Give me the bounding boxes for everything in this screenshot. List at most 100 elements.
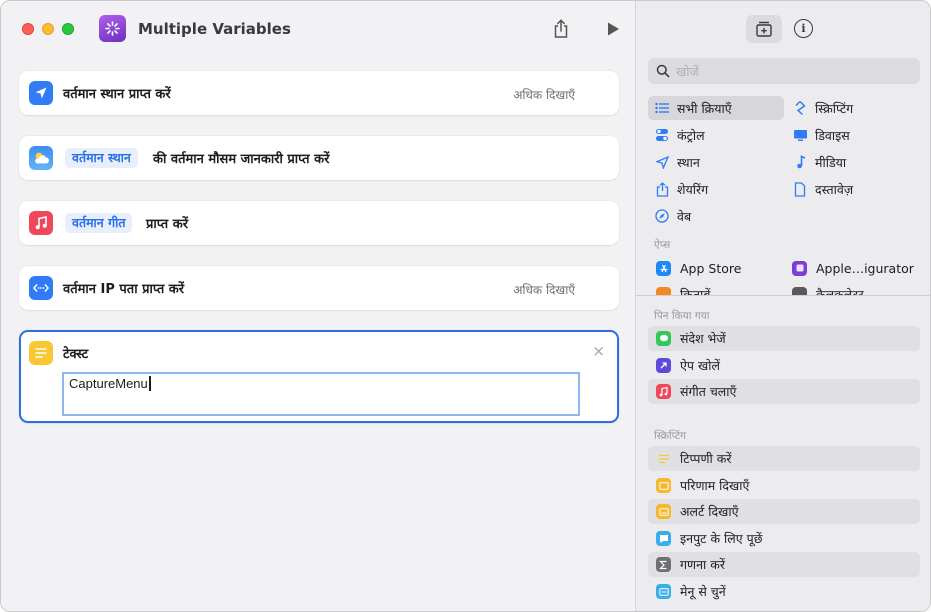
zoom-window-button[interactable] (62, 23, 74, 35)
configurator-icon (792, 260, 807, 276)
share-button[interactable] (547, 15, 575, 43)
action-label: प्राप्त करें (146, 217, 189, 232)
action-get-ip-address[interactable]: वर्तमान IP पता प्राप्त करें अधिक दिखाएँ (19, 266, 619, 310)
sigma-icon (656, 557, 671, 572)
action-get-current-song[interactable]: वर्तमान गीत प्राप्त करें (19, 201, 619, 245)
app-label: कैलकुलेटर (816, 286, 864, 296)
editor-pane: Multiple Variables वर्तमान स्थान प्राप्त… (1, 1, 635, 611)
action-get-current-location[interactable]: वर्तमान स्थान प्राप्त करें अधिक दिखाएँ (19, 71, 619, 115)
pinned-play-music[interactable]: संगीत चलाएँ (648, 379, 920, 404)
network-icon (29, 276, 53, 300)
action-library-tab[interactable] (746, 15, 782, 43)
script-comment[interactable]: टिप्पणी करें (648, 446, 920, 471)
music-icon (656, 384, 671, 399)
minimize-window-button[interactable] (42, 23, 54, 35)
search-icon (656, 64, 670, 78)
action-title: टेक्स्ट (63, 347, 89, 362)
variable-token-current-location[interactable]: वर्तमान स्थान (65, 148, 138, 168)
category-control[interactable]: कंट्रोल (648, 123, 705, 147)
pinned-section-label: पिन किया गया (654, 310, 710, 322)
app-label: Apple…igurator (816, 260, 914, 276)
app-apple-configurator[interactable]: Apple…igurator (792, 257, 914, 279)
scripting-icon (792, 100, 808, 116)
info-tab[interactable]: i (794, 19, 813, 38)
category-label: मीडिया (815, 154, 847, 170)
ask-input-icon (656, 531, 671, 546)
category-label: सभी क्रियाएँ (677, 100, 732, 116)
category-media[interactable]: मीडिया (786, 150, 846, 174)
search-placeholder: खोजें (676, 64, 699, 79)
row-label: टिप्पणी करें (680, 451, 732, 466)
weather-icon (29, 146, 53, 170)
text-value: CaptureMenu (69, 376, 148, 391)
app-books[interactable]: किताबें (656, 285, 710, 295)
music-note-icon (792, 154, 808, 170)
script-calculate[interactable]: गणना करें (648, 552, 920, 577)
script-show-result[interactable]: परिणाम दिखाएँ (648, 473, 920, 498)
document-icon (792, 181, 808, 197)
show-more-button[interactable]: अधिक दिखाएँ (513, 86, 575, 103)
action-label: वर्तमान IP पता प्राप्त करें (63, 282, 185, 297)
shortcut-title[interactable]: Multiple Variables (138, 20, 291, 38)
comment-lines-icon (656, 451, 671, 466)
run-button[interactable] (599, 15, 627, 43)
books-icon (656, 286, 671, 295)
action-text[interactable]: टेक्स्ट × CaptureMenu (19, 330, 619, 423)
category-label: स्थान (677, 154, 700, 170)
category-label: स्क्रिप्टिंग (815, 100, 854, 116)
share-icon (654, 181, 670, 197)
script-show-alert[interactable]: अलर्ट दिखाएँ (648, 499, 920, 524)
variable-token-current-song[interactable]: वर्तमान गीत (65, 213, 133, 233)
play-icon (608, 22, 619, 36)
category-label: शेयरिंग (677, 181, 709, 197)
row-label: संदेश भेजें (680, 331, 726, 346)
display-icon (792, 127, 808, 143)
search-field[interactable]: खोजें (648, 58, 920, 84)
apps-row-clipped: किताबें कैलकुलेटर (636, 285, 930, 295)
list-icon (654, 100, 670, 116)
category-device[interactable]: डिवाइस (786, 123, 850, 147)
toggle-icon (654, 127, 670, 143)
row-label: इनपुट के लिए पूछें (680, 531, 763, 546)
app-label: किताबें (680, 286, 711, 296)
category-all-actions[interactable]: सभी क्रियाएँ (648, 96, 784, 120)
action-get-weather[interactable]: वर्तमान स्थान की वर्तमान मौसम जानकारी प्… (19, 136, 619, 180)
category-label: डिवाइस (815, 127, 850, 143)
script-ask-input[interactable]: इनपुट के लिए पूछें (648, 526, 920, 551)
app-calculator[interactable]: कैलकुलेटर (792, 285, 864, 295)
row-label: गणना करें (680, 557, 725, 572)
text-lines-icon (29, 341, 53, 365)
category-label: वेब (677, 208, 692, 224)
pinned-send-message[interactable]: संदेश भेजें (648, 326, 920, 351)
row-label: संगीत चलाएँ (680, 384, 737, 399)
sidebar-divider (636, 295, 930, 296)
text-caret (148, 376, 151, 391)
category-scripting[interactable]: स्क्रिप्टिंग (786, 96, 853, 120)
remove-action-button[interactable]: × (592, 342, 605, 360)
shortcuts-window: Multiple Variables वर्तमान स्थान प्राप्त… (0, 0, 931, 612)
shortcut-icon[interactable] (99, 15, 126, 42)
action-label: वर्तमान स्थान प्राप्त करें (63, 87, 171, 102)
share-icon (554, 19, 568, 38)
messages-icon (656, 331, 671, 346)
category-sharing[interactable]: शेयरिंग (648, 177, 708, 201)
show-more-button[interactable]: अधिक दिखाएँ (513, 281, 575, 298)
action-label: की वर्तमान मौसम जानकारी प्राप्त करें (153, 152, 330, 167)
row-label: परिणाम दिखाएँ (680, 478, 750, 493)
calculator-icon (792, 286, 807, 295)
category-label: कंट्रोल (677, 127, 705, 143)
row-label: ऐप खोलें (680, 358, 720, 373)
script-choose-from-menu[interactable]: मेनू से चुनें (648, 579, 920, 604)
scripting-section-label: स्क्रिप्टिंग (654, 430, 687, 442)
text-input[interactable]: CaptureMenu (62, 372, 580, 416)
app-app-store[interactable]: App Store (656, 257, 741, 279)
category-web[interactable]: वेब (648, 204, 691, 228)
category-documents[interactable]: दस्तावेज़ (786, 177, 853, 201)
close-window-button[interactable] (22, 23, 34, 35)
action-library-icon (756, 21, 772, 37)
app-store-icon (656, 260, 671, 276)
category-label: दस्तावेज़ (815, 181, 854, 197)
category-location[interactable]: स्थान (648, 150, 700, 174)
compass-icon (654, 208, 670, 224)
pinned-open-app[interactable]: ऐप खोलें (648, 353, 920, 378)
